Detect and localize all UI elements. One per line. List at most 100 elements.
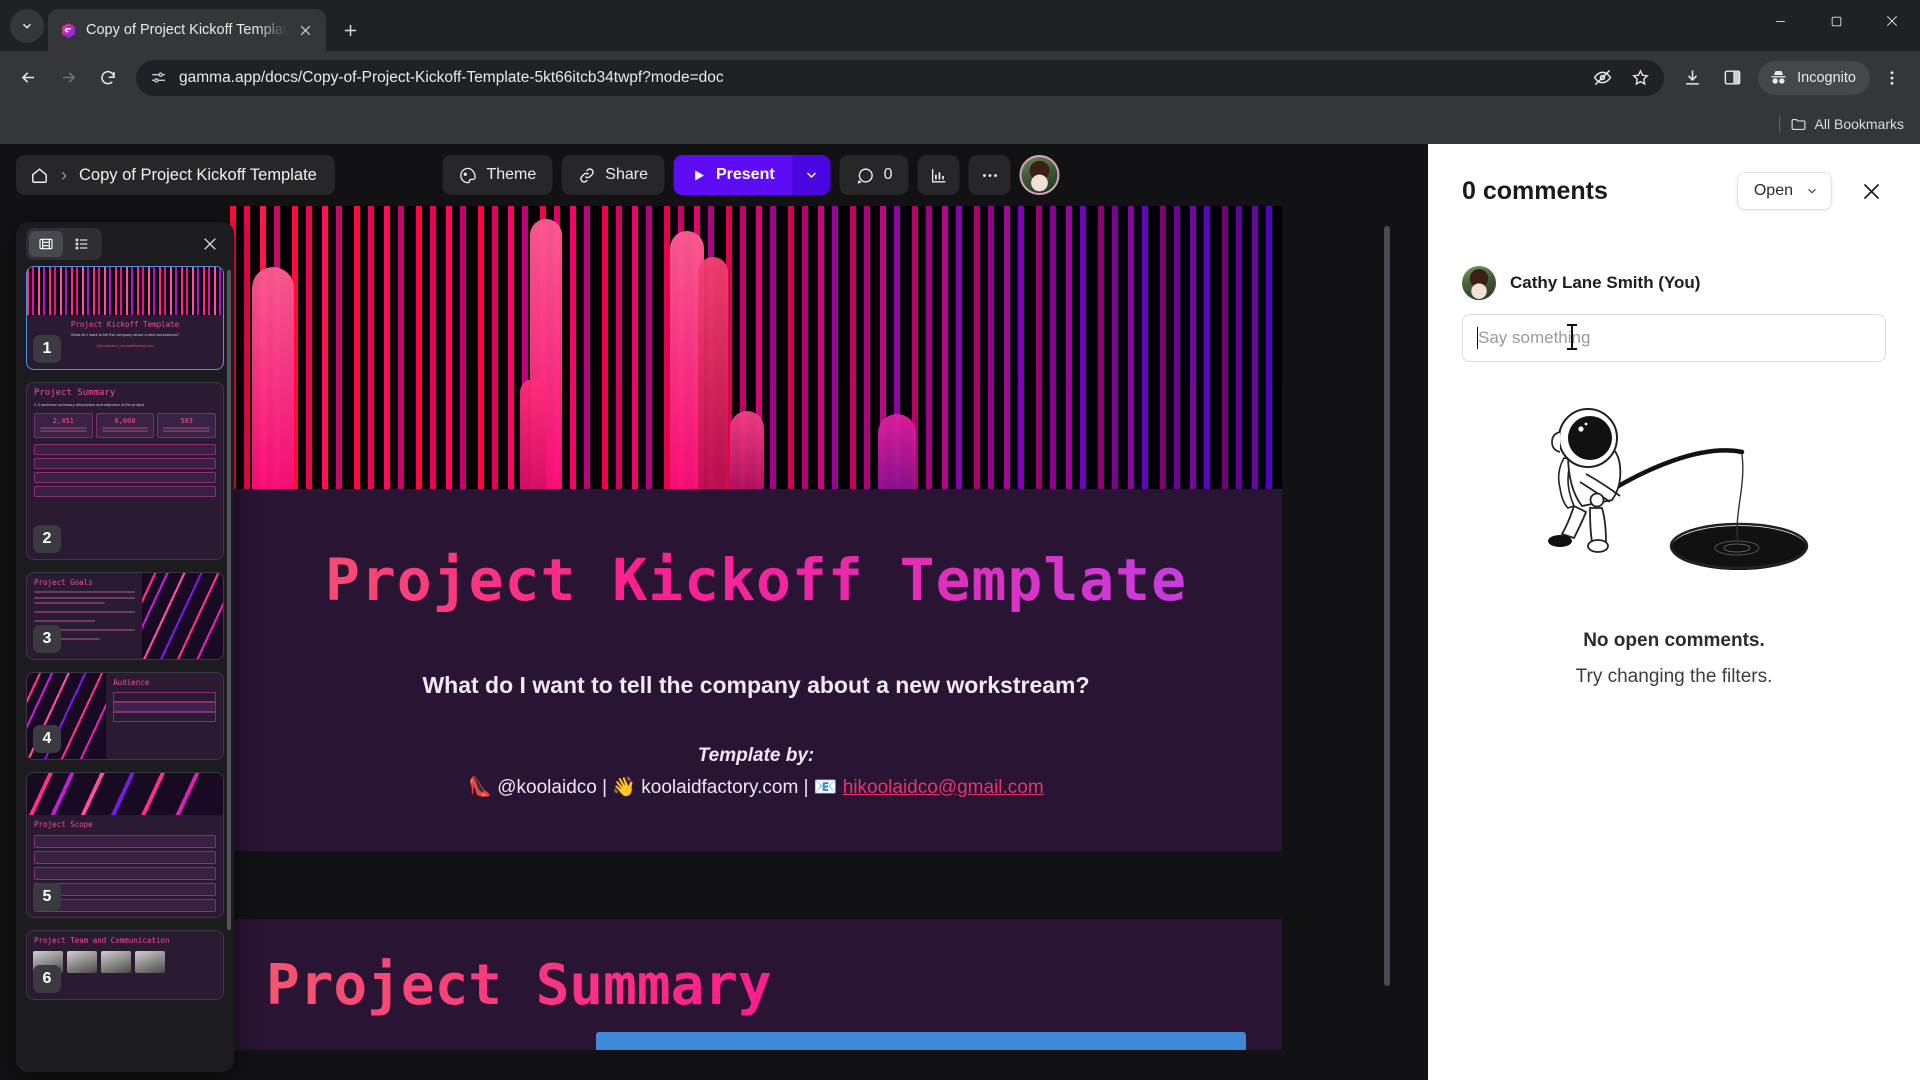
thumb-number: 4 [33, 725, 61, 753]
slide-thumbnail-1[interactable]: Project Kickoff Template What do I want … [26, 266, 224, 370]
slide-panel: Project Kickoff Template What do I want … [16, 222, 234, 1072]
page-content: › Copy of Project Kickoff Template Theme [0, 144, 1920, 1080]
slide-thumbnail-4[interactable]: Audience 4 [26, 672, 224, 760]
folder-icon [1790, 116, 1807, 133]
comments-filter-label: Open [1753, 182, 1793, 199]
browser-toolbar: gamma.app/docs/Copy-of-Project-Kickoff-T… [0, 51, 1920, 104]
thumb-4-title: Audience [113, 678, 150, 687]
window-controls [1752, 0, 1920, 42]
slide-credit-label: Template by: [697, 744, 815, 766]
window-minimize-button[interactable] [1752, 0, 1808, 42]
astronaut-fishing-illustration [1462, 396, 1886, 596]
comments-button[interactable]: 0 [839, 155, 909, 195]
slide-credit-line: 👠 @koolaidco | 👋 koolaidfactory.com | 📧 … [266, 775, 1246, 799]
theme-button[interactable]: Theme [442, 155, 553, 195]
incognito-indicator[interactable]: Incognito [1758, 60, 1870, 95]
slide-canvas[interactable]: Project Kickoff Template What do I want … [230, 206, 1396, 1080]
present-label: Present [715, 166, 775, 183]
credit-sep-2: | [803, 776, 809, 798]
eye-slash-icon[interactable] [1584, 60, 1620, 96]
bookmark-star-icon[interactable] [1622, 60, 1658, 96]
new-tab-button[interactable] [334, 13, 368, 47]
thumb-number: 5 [33, 883, 61, 911]
thumb-number: 1 [33, 335, 61, 363]
forward-button[interactable] [50, 60, 86, 96]
thumb-1-subtitle: What do I want to tell the company about… [70, 332, 180, 337]
next-slide-title: Project Summary [266, 953, 1246, 1018]
browser-window: Copy of Project Kickoff Templat gamma.ap… [0, 0, 1920, 1080]
site-settings-icon[interactable] [150, 69, 167, 86]
thumb-2-title: Project Summary [34, 388, 116, 398]
breadcrumb[interactable]: › Copy of Project Kickoff Template [16, 155, 335, 195]
window-close-button[interactable] [1864, 0, 1920, 42]
chrome-menu-icon[interactable] [1874, 60, 1910, 96]
all-bookmarks-label: All Bookmarks [1814, 116, 1904, 132]
share-button[interactable]: Share [561, 155, 664, 195]
text-cursor-icon [1567, 324, 1577, 350]
thumb-5-title: Project Scope [34, 820, 93, 829]
theme-label: Theme [486, 166, 537, 183]
tab-title: Copy of Project Kickoff Templat [86, 22, 287, 38]
chevron-down-icon [1805, 184, 1819, 198]
thumb-2-stat: 2,451 [34, 413, 93, 438]
slide-2[interactable]: Project Summary [230, 918, 1282, 1050]
filmstrip-icon[interactable] [29, 231, 63, 257]
slide-subtitle: What do I want to tell the company about… [422, 671, 1090, 698]
slide-thumbnail-list[interactable]: Project Kickoff Template What do I want … [16, 266, 234, 1072]
gamma-toolbar: Theme Share Present 0 [442, 155, 1060, 195]
omnibox-actions [1584, 60, 1658, 96]
incognito-label: Incognito [1797, 69, 1856, 86]
slide-view-toggle [26, 228, 102, 260]
reload-button[interactable] [90, 60, 126, 96]
home-icon[interactable] [30, 166, 49, 185]
bookmarks-divider [1778, 115, 1780, 133]
slide-panel-close-icon[interactable] [196, 230, 224, 258]
comments-filter-dropdown[interactable]: Open [1736, 172, 1832, 210]
document-area: › Copy of Project Kickoff Template Theme [0, 144, 1428, 1080]
credit-email-link[interactable]: hikoolaidco@gmail.com [843, 777, 1044, 798]
list-icon[interactable] [65, 231, 99, 257]
side-panel-icon[interactable] [1714, 60, 1750, 96]
slide-thumbnail-2[interactable]: Project Summary 2-3 sentence summary des… [26, 382, 224, 560]
browser-tab[interactable]: Copy of Project Kickoff Templat [48, 9, 326, 51]
all-bookmarks-button[interactable]: All Bookmarks [1790, 116, 1904, 133]
credit-handle: @koolaidco [497, 776, 597, 798]
address-bar[interactable]: gamma.app/docs/Copy-of-Project-Kickoff-T… [136, 59, 1665, 96]
present-button-group: Present [672, 155, 831, 195]
comments-close-icon[interactable] [1856, 176, 1886, 206]
thumb-2-stat: 503 [157, 413, 217, 438]
thumb-2-stat: 6,000 [95, 413, 155, 438]
thumb-number: 6 [33, 965, 61, 993]
handle-emoji: 👠 [468, 776, 492, 798]
slide-thumbnail-6[interactable]: Project Team and Communication 6 [26, 930, 224, 1000]
present-button[interactable]: Present [672, 155, 793, 195]
more-options-button[interactable] [968, 155, 1011, 195]
slide-thumbnail-5[interactable]: Project Scope 5 [26, 772, 224, 918]
present-dropdown-button[interactable] [792, 155, 831, 195]
breadcrumb-title: Copy of Project Kickoff Template [79, 165, 317, 184]
play-icon [691, 168, 706, 183]
slide-panel-scrollbar[interactable] [227, 270, 231, 930]
canvas-scrollbar[interactable] [1384, 226, 1390, 986]
comments-empty-title: No open comments. [1583, 630, 1765, 651]
window-maximize-button[interactable] [1808, 0, 1864, 42]
comment-author-avatar [1462, 266, 1496, 300]
thumb-2-subtitle: 2-3 sentence summary description and obj… [34, 402, 145, 407]
download-icon[interactable] [1674, 60, 1710, 96]
bookmarks-bar: All Bookmarks [0, 104, 1920, 144]
analytics-button[interactable] [917, 155, 960, 195]
email-emoji: 📧 [813, 776, 838, 798]
credit-site: koolaidfactory.com [641, 776, 799, 798]
slide-thumbnail-3[interactable]: Project Goals 3 [26, 572, 224, 660]
back-button[interactable] [10, 60, 46, 96]
user-avatar[interactable] [1019, 155, 1060, 195]
slide-title: Project Kickoff Template [266, 547, 1246, 614]
slide-1[interactable]: Project Kickoff Template What do I want … [230, 206, 1282, 851]
comment-bubble-icon [856, 166, 875, 185]
url-text: gamma.app/docs/Copy-of-Project-Kickoff-T… [179, 68, 724, 86]
next-slide-accent-bar [596, 1031, 1246, 1050]
tab-close-icon[interactable] [296, 20, 316, 40]
comment-input[interactable]: Say something [1462, 314, 1886, 362]
tab-search-button[interactable] [10, 9, 44, 43]
slide-gap [230, 850, 1396, 919]
